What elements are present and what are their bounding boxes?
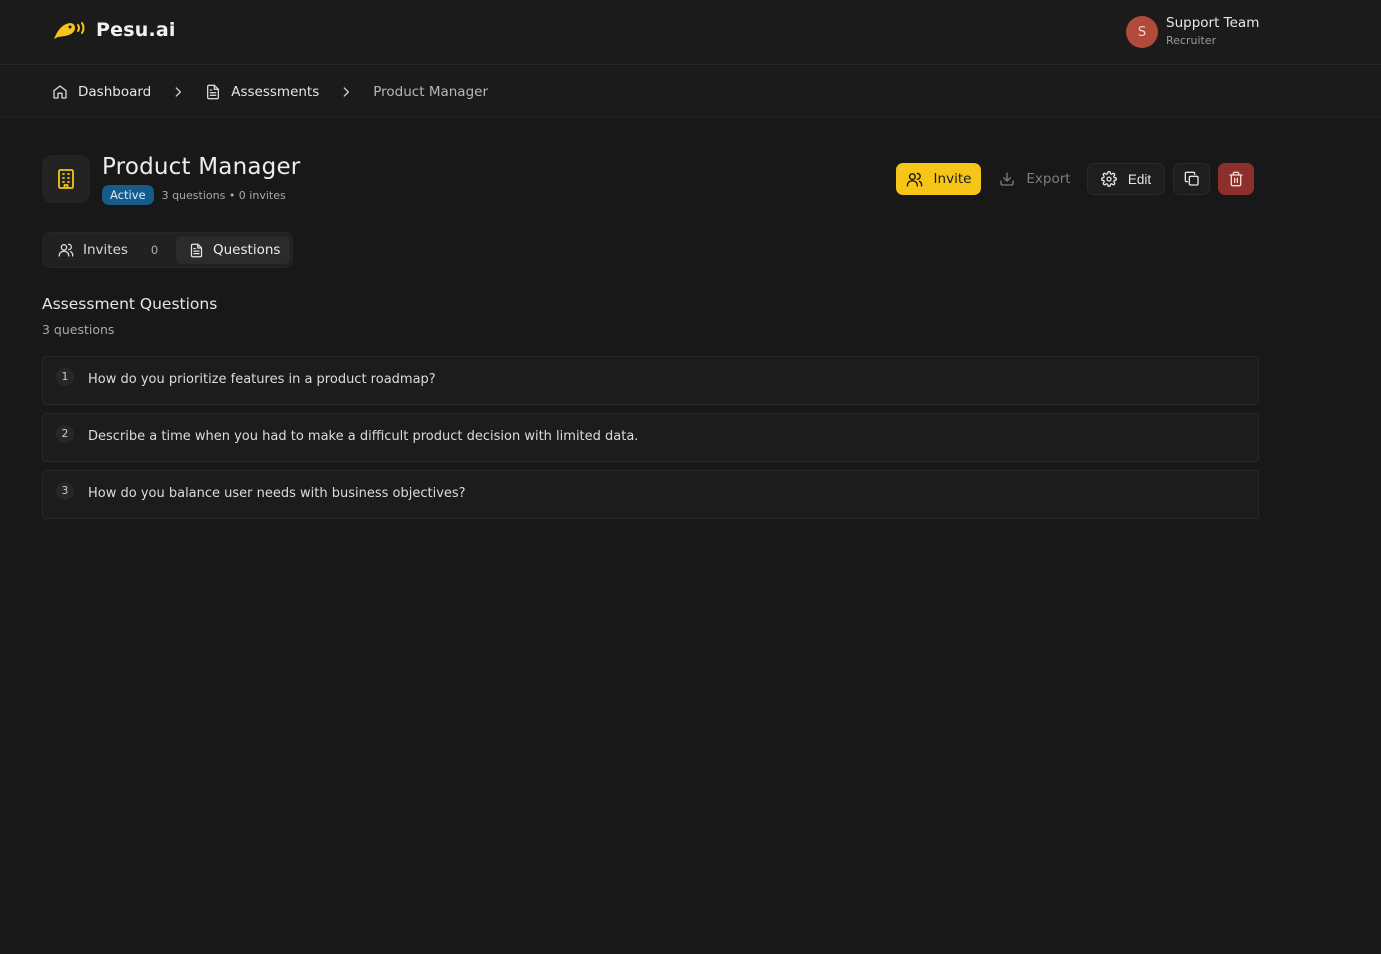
question-list: 1 How do you prioritize features in a pr… [42,356,1259,527]
tab-label: Invites [83,242,128,258]
user-name: Support Team [1166,15,1260,31]
question-item[interactable]: 3 How do you balance user needs with bus… [42,470,1259,519]
building-icon [42,155,90,203]
chevron-right-icon [339,85,353,99]
tab-bar: Invites 0 Questions [42,232,293,268]
question-number: 1 [56,368,74,386]
document-icon [189,243,204,258]
home-icon [52,84,68,100]
breadcrumb-dashboard[interactable]: Dashboard [52,84,151,100]
breadcrumb-current: Product Manager [373,84,488,100]
document-icon [205,84,221,100]
edit-label: Edit [1127,171,1152,187]
trash-icon [1228,171,1244,187]
chevron-right-icon [171,85,185,99]
question-item[interactable]: 2 Describe a time when you had to make a… [42,413,1259,462]
section-title: Assessment Questions [42,295,218,313]
breadcrumb-label: Assessments [231,84,320,100]
breadcrumb-label: Dashboard [78,84,152,100]
question-text: Describe a time when you had to make a d… [88,429,639,444]
copy-icon [1184,171,1200,187]
header-actions: Invite Export Edit [896,163,1254,195]
top-bar: Pesu.ai S Support Team Recruiter [0,0,1381,65]
bird-logo-icon [52,17,88,43]
logo[interactable]: Pesu.ai [52,17,176,43]
user-role: Recruiter [1166,34,1217,47]
section-subtitle: 3 questions [42,322,115,337]
duplicate-button[interactable] [1173,163,1210,195]
question-item[interactable]: 1 How do you prioritize features in a pr… [42,356,1259,405]
invite-button[interactable]: Invite [896,163,981,195]
status-badge: Active [102,185,154,205]
breadcrumb-bar: Dashboard Assessments Product Manager [0,66,1381,118]
download-icon [999,171,1015,187]
tab-questions[interactable]: Questions [176,236,290,264]
delete-button[interactable] [1218,163,1254,195]
export-label: Export [1026,171,1071,187]
assessment-header: Product Manager Active 3 questions • 0 i… [42,154,301,205]
invites-count: 0 [150,243,159,257]
invite-label: Invite [933,171,972,187]
page-title: Product Manager [102,154,301,180]
tab-invites[interactable]: Invites 0 [58,236,158,264]
export-button[interactable]: Export [987,163,1083,195]
question-text: How do you prioritize features in a prod… [88,372,436,387]
gear-icon [1100,171,1117,187]
users-icon [58,242,74,258]
question-number: 2 [56,425,74,443]
assessment-meta: 3 questions • 0 invites [161,188,286,202]
breadcrumb-assessments[interactable]: Assessments [205,84,319,100]
users-icon [906,171,923,188]
avatar: S [1126,16,1158,48]
brand-name: Pesu.ai [96,19,176,41]
tab-label: Questions [213,242,281,258]
edit-button[interactable]: Edit [1087,163,1165,195]
question-number: 3 [56,482,74,500]
user-menu[interactable]: S Support Team Recruiter [1126,15,1259,49]
question-text: How do you balance user needs with busin… [88,486,466,501]
breadcrumb: Dashboard Assessments Product Manager [52,82,488,102]
